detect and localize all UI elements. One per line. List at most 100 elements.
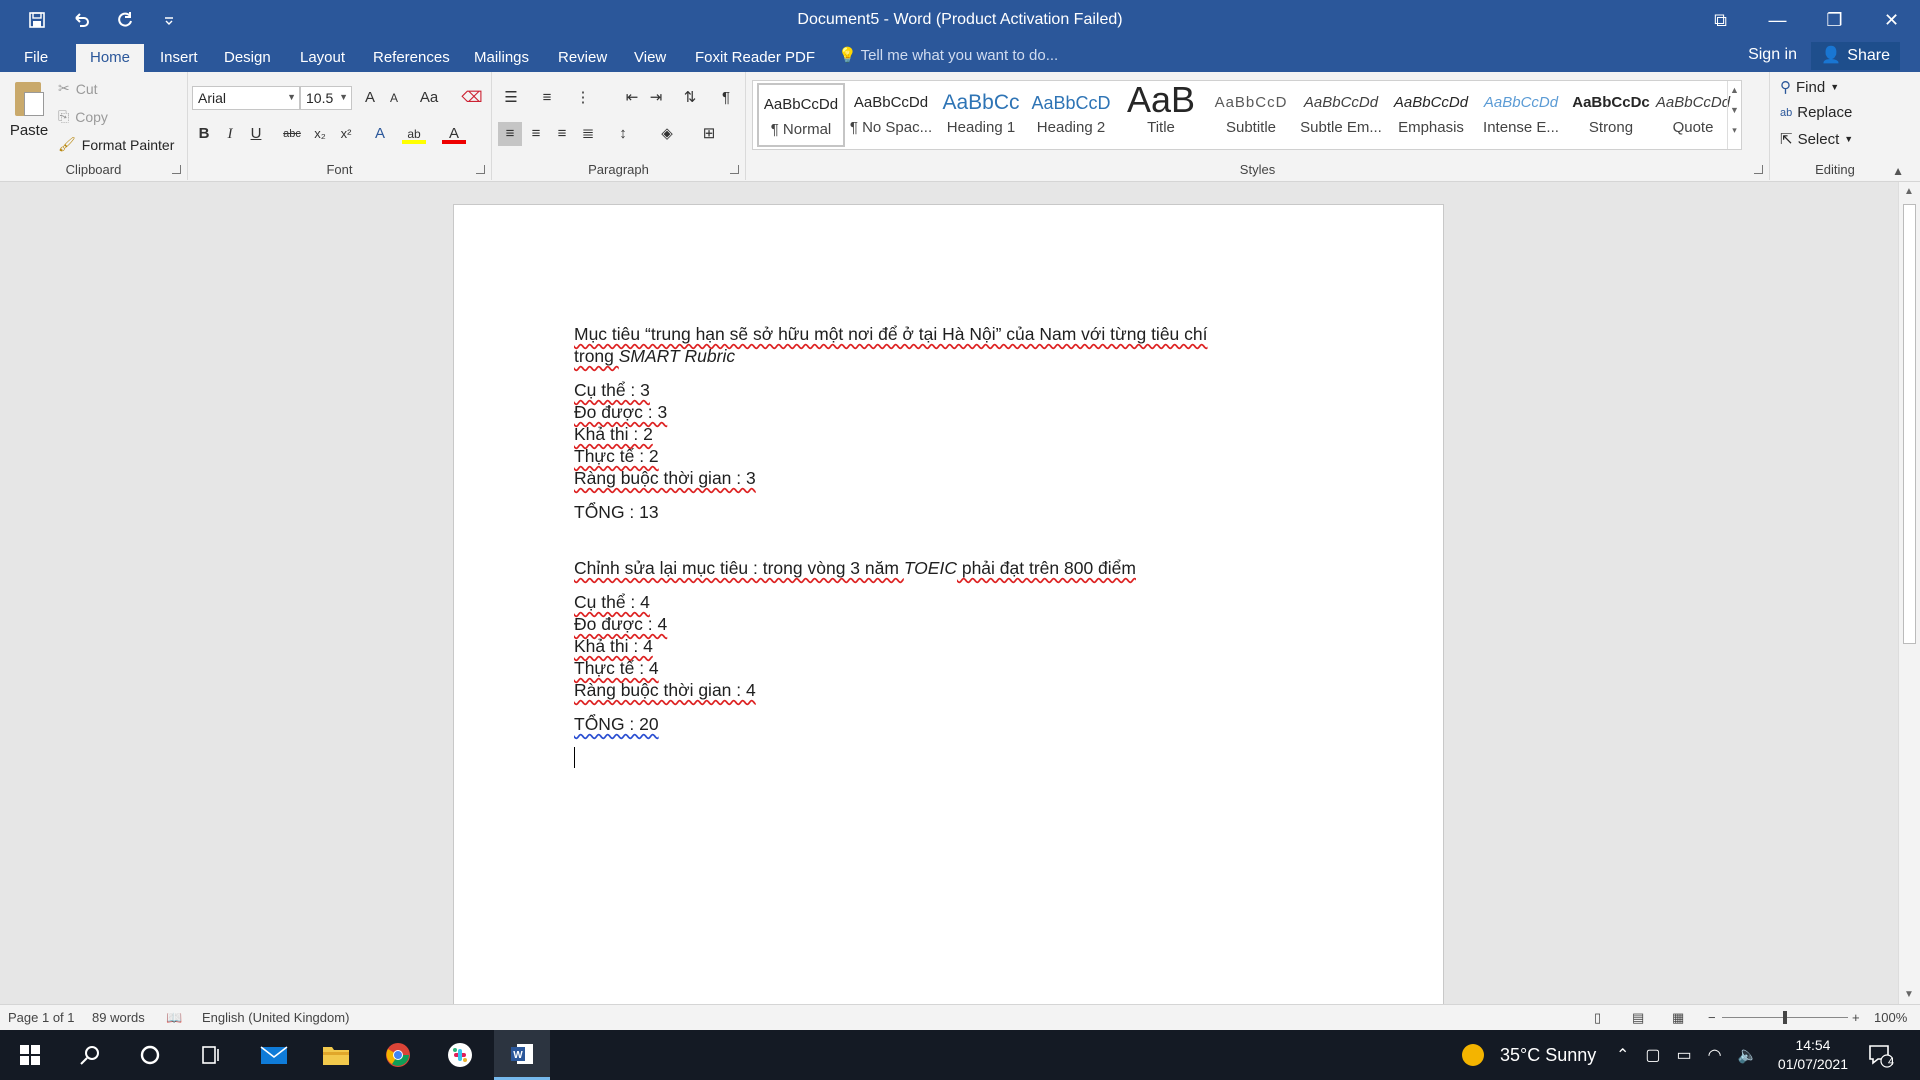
- shrink-font-button[interactable]: A: [382, 86, 406, 110]
- style-heading-1[interactable]: AaBbCc Heading 1: [937, 83, 1025, 147]
- font-size-select[interactable]: 10.5 ▼: [300, 86, 352, 110]
- chevron-down-icon[interactable]: ▼: [1728, 105, 1741, 115]
- mail-icon[interactable]: [246, 1030, 302, 1080]
- tab-view[interactable]: View: [620, 44, 680, 72]
- search-icon[interactable]: [62, 1030, 118, 1080]
- tab-insert[interactable]: Insert: [146, 44, 212, 72]
- align-center-icon[interactable]: ≡: [524, 122, 548, 146]
- weather-widget[interactable]: 35°C Sunny: [1460, 1030, 1596, 1080]
- tell-me-box[interactable]: 💡 Tell me what you want to do...: [838, 46, 1058, 64]
- volume-icon[interactable]: 🔈: [1738, 1045, 1758, 1065]
- decrease-indent-icon[interactable]: ⇤: [620, 86, 644, 110]
- scrollbar-thumb[interactable]: [1903, 204, 1916, 644]
- zoom-out-button[interactable]: −: [1708, 1010, 1716, 1025]
- taskbar-clock[interactable]: 14:54 01/07/2021: [1778, 1036, 1848, 1074]
- style-no-spacing[interactable]: AaBbCcDd ¶ No Spac...: [847, 83, 935, 147]
- font-family-select[interactable]: Arial ▼: [192, 86, 300, 110]
- word-count[interactable]: 89 words: [92, 1010, 145, 1025]
- web-layout-icon[interactable]: ▦: [1672, 1010, 1684, 1026]
- ribbon-display-options-icon[interactable]: ⧉: [1692, 0, 1749, 40]
- change-case-button[interactable]: Aa: [412, 86, 446, 110]
- restore-button[interactable]: ❐: [1806, 0, 1863, 40]
- clipboard-dialog-launcher-icon[interactable]: [172, 165, 181, 174]
- tab-home[interactable]: Home: [76, 44, 145, 72]
- show-hide-marks-icon[interactable]: ¶: [714, 86, 738, 110]
- tab-foxit-reader-pdf[interactable]: Foxit Reader PDF: [681, 44, 829, 72]
- text-effects-icon[interactable]: A: [368, 122, 392, 146]
- task-view-icon[interactable]: [182, 1030, 238, 1080]
- align-right-icon[interactable]: ≡: [550, 122, 574, 146]
- zoom-slider-thumb[interactable]: [1783, 1011, 1787, 1024]
- find-button[interactable]: ⚲ Find ▼: [1780, 78, 1839, 97]
- style-normal[interactable]: AaBbCcDd ¶ Normal: [757, 83, 845, 147]
- style-emphasis[interactable]: AaBbCcDd Emphasis: [1387, 83, 1475, 147]
- grow-font-button[interactable]: A: [358, 86, 382, 110]
- clear-formatting-icon[interactable]: ⌫: [460, 86, 484, 110]
- borders-icon[interactable]: ⊞: [694, 122, 724, 146]
- chevron-up-icon[interactable]: ⌃: [1616, 1045, 1629, 1065]
- tab-review[interactable]: Review: [544, 44, 621, 72]
- styles-scroll[interactable]: ▲ ▼ ▾: [1727, 81, 1741, 149]
- shading-icon[interactable]: ◈: [652, 122, 682, 146]
- tab-layout[interactable]: Layout: [286, 44, 359, 72]
- subscript-button[interactable]: x₂: [308, 122, 332, 146]
- copy-button[interactable]: ⎘ Copy: [58, 108, 108, 125]
- language-indicator[interactable]: English (United Kingdom): [202, 1010, 349, 1025]
- tab-references[interactable]: References: [359, 44, 464, 72]
- tab-mailings[interactable]: Mailings: [460, 44, 543, 72]
- style-heading-2[interactable]: AaBbCcD Heading 2: [1027, 83, 1115, 147]
- line-spacing-icon[interactable]: ↕: [608, 122, 638, 146]
- notifications-icon[interactable]: 4: [1852, 1030, 1908, 1080]
- italic-button[interactable]: I: [218, 122, 242, 146]
- minimize-button[interactable]: —: [1749, 0, 1806, 40]
- align-left-icon[interactable]: ≡: [498, 122, 522, 146]
- tab-file[interactable]: File: [10, 44, 62, 72]
- scroll-up-icon[interactable]: ▲: [1904, 186, 1914, 197]
- file-explorer-icon[interactable]: [308, 1030, 364, 1080]
- scroll-down-icon[interactable]: ▼: [1904, 989, 1914, 1000]
- style-title[interactable]: AaB Title: [1117, 83, 1205, 147]
- font-dialog-launcher-icon[interactable]: [476, 165, 485, 174]
- chrome-icon[interactable]: [370, 1030, 426, 1080]
- zoom-in-button[interactable]: +: [1852, 1010, 1860, 1025]
- proofing-icon[interactable]: 📖: [166, 1010, 182, 1026]
- strikethrough-button[interactable]: abc: [278, 122, 306, 146]
- share-button[interactable]: 👤 Share: [1811, 42, 1900, 70]
- numbering-icon[interactable]: ≡: [532, 86, 562, 110]
- paste-button[interactable]: Paste: [8, 78, 50, 139]
- more-styles-icon[interactable]: ▾: [1728, 125, 1741, 136]
- word-taskbar-icon[interactable]: W: [494, 1030, 550, 1080]
- tab-design[interactable]: Design: [210, 44, 285, 72]
- document-body[interactable]: Mục tiêu “trung hạn sẽ sở hữu một nơi để…: [574, 323, 1294, 773]
- battery-icon[interactable]: ▭: [1677, 1045, 1692, 1065]
- read-mode-icon[interactable]: ▯: [1594, 1010, 1601, 1026]
- cut-button[interactable]: ✂ Cut: [58, 80, 98, 97]
- multilevel-list-icon[interactable]: ⋮: [568, 86, 598, 110]
- page-count[interactable]: Page 1 of 1: [8, 1010, 75, 1025]
- style-intense-emphasis[interactable]: AaBbCcDd Intense E...: [1477, 83, 1565, 147]
- meet-now-icon[interactable]: ▢: [1645, 1045, 1660, 1065]
- cortana-icon[interactable]: [122, 1030, 178, 1080]
- zoom-level[interactable]: 100%: [1874, 1010, 1907, 1025]
- print-layout-icon[interactable]: ▤: [1632, 1010, 1644, 1026]
- document-page[interactable]: Mục tiêu “trung hạn sẽ sở hữu một nơi để…: [453, 204, 1444, 1024]
- replace-button[interactable]: ab Replace: [1780, 104, 1852, 121]
- style-subtle-emphasis[interactable]: AaBbCcDd Subtle Em...: [1297, 83, 1385, 147]
- windows-start-icon[interactable]: [2, 1030, 58, 1080]
- bullets-icon[interactable]: ☰: [496, 86, 526, 110]
- style-subtitle[interactable]: AaBbCcD Subtitle: [1207, 83, 1295, 147]
- paragraph-dialog-launcher-icon[interactable]: [730, 165, 739, 174]
- select-button[interactable]: ⇱ Select ▼: [1780, 130, 1853, 149]
- vertical-scrollbar[interactable]: ▲ ▼: [1898, 182, 1920, 1004]
- format-painter-button[interactable]: 🖌 Format Painter: [58, 136, 174, 153]
- sort-icon[interactable]: ⇅: [678, 86, 702, 110]
- wifi-icon[interactable]: ◠: [1708, 1045, 1722, 1065]
- justify-icon[interactable]: ≣: [576, 122, 600, 146]
- font-color-icon[interactable]: A: [442, 122, 466, 144]
- slack-icon[interactable]: [432, 1030, 488, 1080]
- sign-in-link[interactable]: Sign in: [1748, 46, 1797, 64]
- chevron-up-icon[interactable]: ▲: [1728, 85, 1741, 95]
- underline-button[interactable]: U: [244, 122, 268, 146]
- bold-button[interactable]: B: [192, 122, 216, 146]
- superscript-button[interactable]: x²: [334, 122, 358, 146]
